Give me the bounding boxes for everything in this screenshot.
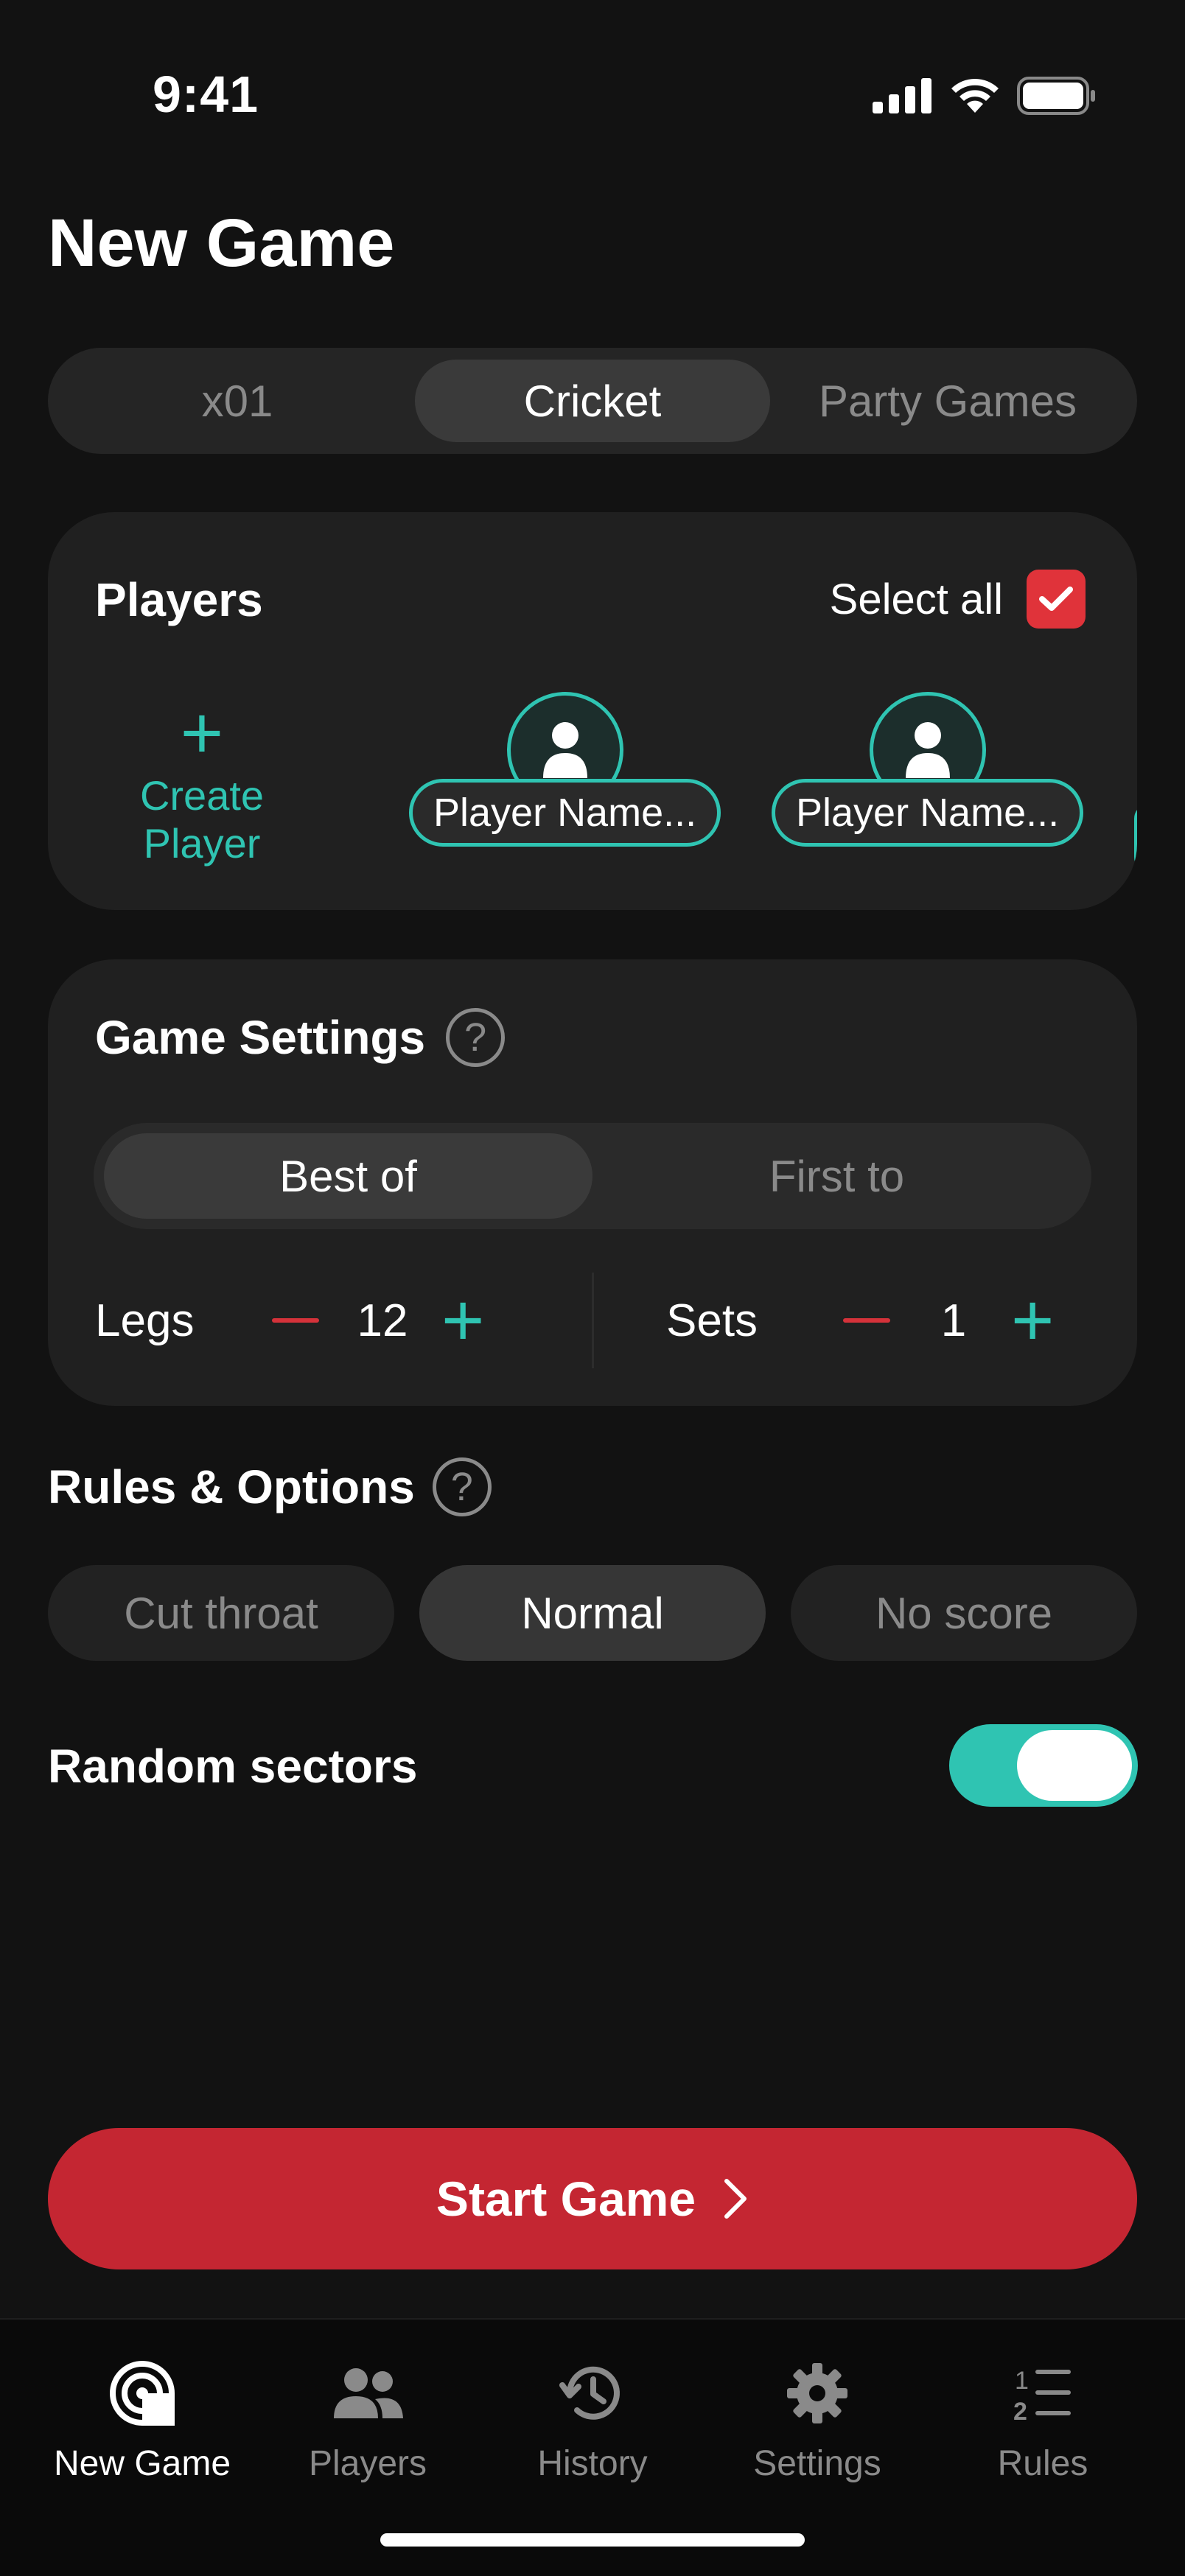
legs-counter: Legs 12 +	[48, 1269, 592, 1372]
start-game-button[interactable]: Start Game	[48, 2128, 1137, 2269]
tab-label: Players	[308, 2444, 427, 2483]
mode-first-to[interactable]: First to	[592, 1133, 1081, 1219]
battery-icon	[1017, 77, 1095, 115]
tab-label: Rules	[997, 2444, 1088, 2483]
tab-label: History	[537, 2444, 648, 2483]
tab-history[interactable]: History	[482, 2356, 703, 2484]
legs-value: 12	[357, 1295, 408, 1346]
players-title: Players	[95, 573, 263, 626]
settings-icon	[786, 2356, 849, 2430]
user-icon	[905, 722, 950, 778]
select-all-label: Select all	[829, 575, 1003, 623]
history-icon	[559, 2356, 626, 2430]
start-game-label: Start Game	[436, 2171, 696, 2226]
sets-label: Sets	[666, 1295, 758, 1346]
toggle-knob	[1017, 1730, 1132, 1801]
tab-x01[interactable]: x01	[60, 360, 415, 442]
rule-normal[interactable]: Normal	[419, 1565, 766, 1661]
random-sectors-toggle[interactable]	[949, 1724, 1138, 1807]
tab-label: Settings	[753, 2444, 881, 2483]
wifi-icon	[951, 79, 999, 113]
status-time: 9:41	[153, 66, 259, 123]
game-type-tabs: x01 Cricket Party Games	[48, 348, 1137, 454]
tab-new-game[interactable]: New Game	[32, 2356, 253, 2484]
svg-text:1: 1	[1015, 2367, 1029, 2395]
signal-icon	[873, 78, 931, 113]
select-all-checkbox[interactable]	[1027, 570, 1086, 629]
mode-best-of[interactable]: Best of	[104, 1133, 592, 1219]
game-settings-header: Game Settings ?	[95, 1008, 506, 1067]
sets-plus-button[interactable]: +	[1011, 1284, 1054, 1357]
checkmark-icon	[1039, 587, 1073, 611]
plus-icon: +	[180, 692, 224, 774]
legs-label: Legs	[95, 1295, 195, 1346]
rules-header: Rules & Options ?	[48, 1457, 492, 1516]
chevron-right-icon	[724, 2179, 747, 2219]
create-player-label: Create Player	[139, 772, 265, 867]
page-title: New Game	[48, 206, 395, 281]
help-icon[interactable]: ?	[432, 1457, 492, 1516]
svg-text:2: 2	[1013, 2398, 1027, 2423]
rule-cut-throat[interactable]: Cut throat	[48, 1565, 394, 1661]
tab-party-games[interactable]: Party Games	[770, 360, 1125, 442]
tab-rules[interactable]: 1 2 Rules	[932, 2356, 1153, 2484]
player-name: Player Name...	[772, 779, 1084, 847]
tab-settings[interactable]: Settings	[707, 2356, 928, 2484]
player-name: Player Name...	[409, 779, 721, 847]
game-settings-title: Game Settings	[95, 1011, 426, 1064]
rules-title: Rules & Options	[48, 1460, 415, 1513]
player-chip[interactable]: Player Name...	[772, 692, 1084, 847]
rule-no-score[interactable]: No score	[791, 1565, 1137, 1661]
home-indicator[interactable]	[380, 2533, 805, 2547]
player-chip[interactable]: Player Name...	[409, 692, 721, 847]
new-game-icon	[108, 2356, 176, 2430]
divider	[592, 1273, 594, 1368]
tab-cricket[interactable]: Cricket	[415, 360, 770, 442]
sets-counter: Sets 1 +	[592, 1269, 1137, 1372]
game-settings-card: Game Settings ? Best of First to Legs 12…	[48, 959, 1137, 1406]
player-chip-partial[interactable]	[1134, 804, 1137, 872]
status-bar: 9:41	[0, 0, 1185, 177]
random-sectors-label: Random sectors	[48, 1740, 418, 1793]
sets-value: 1	[940, 1295, 967, 1346]
legs-minus-button[interactable]	[272, 1318, 319, 1323]
help-icon[interactable]: ?	[446, 1008, 506, 1067]
players-icon	[331, 2356, 405, 2430]
status-icons	[873, 77, 1097, 115]
legs-plus-button[interactable]: +	[441, 1284, 484, 1357]
user-icon	[542, 722, 587, 778]
create-player-button[interactable]: + Create Player	[95, 692, 309, 867]
players-card: Players Select all + Create Player Playe…	[48, 512, 1137, 910]
select-all[interactable]: Select all	[830, 570, 1086, 629]
match-mode-tabs: Best of First to	[94, 1123, 1091, 1229]
tab-players[interactable]: Players	[257, 2356, 478, 2484]
tab-label: New Game	[53, 2444, 231, 2483]
rules-icon: 1 2	[1013, 2356, 1072, 2430]
sets-minus-button[interactable]	[843, 1318, 890, 1323]
